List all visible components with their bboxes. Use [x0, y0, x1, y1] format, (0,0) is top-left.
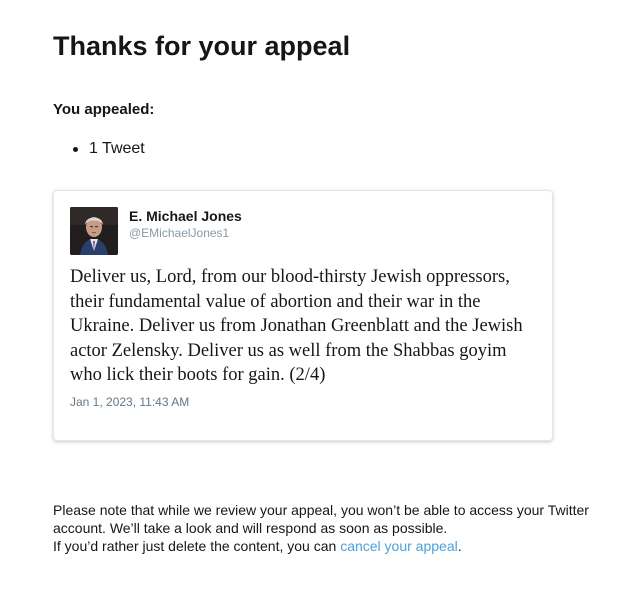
cancel-suffix-text: .	[457, 538, 462, 554]
tweet-timestamp: Jan 1, 2023, 11:43 AM	[70, 395, 190, 409]
page-title: Thanks for your appeal	[53, 31, 351, 61]
appealed-item: 1 Tweet	[53, 140, 145, 158]
tweet-author-handle: @EMichaelJones1	[129, 226, 230, 240]
cancel-appeal-link[interactable]: cancel your appeal	[340, 538, 458, 554]
tweet-author-name: E. Michael Jones	[129, 208, 242, 224]
avatar	[70, 207, 118, 255]
profile-photo-icon	[70, 207, 118, 255]
tweet-card: E. Michael Jones @EMichaelJones1 Deliver…	[53, 190, 553, 441]
review-notice: Please note that while we review your ap…	[53, 502, 589, 536]
tweet-text: Deliver us, Lord, from our blood-thirsty…	[70, 267, 523, 385]
appealed-heading: You appealed:	[53, 101, 155, 118]
appealed-items-list: 1 Tweet	[53, 140, 145, 158]
cancel-prefix-text: If you’d rather just delete the content,…	[53, 538, 341, 554]
cancel-appeal-line: If you’d rather just delete the content,…	[53, 537, 462, 555]
